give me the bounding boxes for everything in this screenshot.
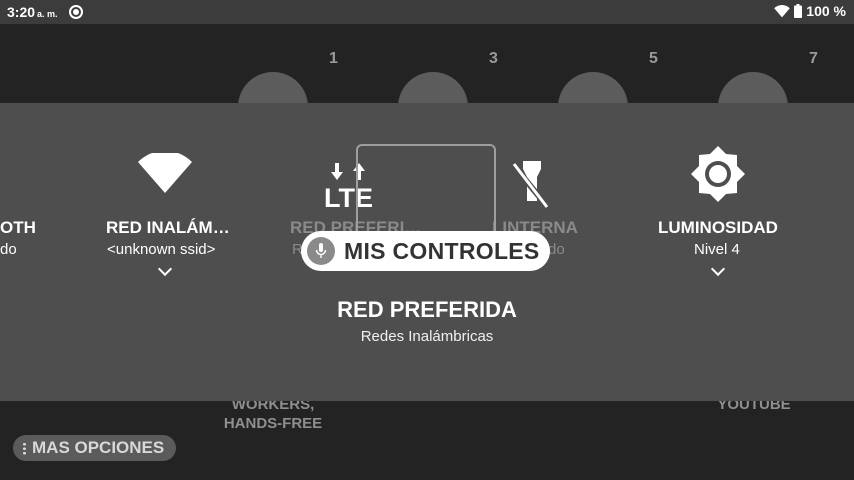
status-bar: 3:20 a. m. 100 % — [0, 0, 854, 24]
wifi-icon — [774, 4, 791, 17]
mic-icon — [307, 237, 335, 265]
tile-wifi-status: <unknown ssid> — [107, 241, 216, 258]
focused-tile-title: RED PREFERIDA — [337, 297, 517, 322]
voice-controls-label: MIS CONTROLES — [344, 237, 540, 264]
chevron-down-icon[interactable] — [157, 261, 173, 277]
status-time: 3:20 a. m. — [7, 4, 58, 20]
status-right: 100 % — [774, 3, 846, 19]
battery-percent: 100 % — [806, 3, 846, 19]
more-options-button[interactable]: MAS OPCIONES — [13, 435, 177, 461]
radio-icon — [69, 5, 83, 19]
tile-brightness-status: Nivel 4 — [694, 241, 740, 258]
tile-brightness-label[interactable]: LUMINOSIDAD — [658, 218, 778, 238]
wifi-icon[interactable] — [138, 153, 192, 193]
more-options-label: MAS OPCIONES — [32, 438, 165, 457]
page-number: 3 — [489, 50, 498, 67]
page-number: 1 — [329, 50, 338, 67]
flashlight-off-icon[interactable] — [512, 161, 552, 209]
page-number: 7 — [809, 50, 818, 67]
status-ampm: a. m. — [37, 9, 58, 19]
tile-flashlight-status: do — [548, 241, 565, 258]
tile-bluetooth-label[interactable]: OTH — [0, 218, 36, 238]
voice-controls-pill[interactable]: MIS CONTROLES — [301, 231, 550, 271]
chevron-down-icon[interactable] — [710, 261, 726, 277]
quick-settings-panel: OTH do RED INALÁM… <unknown ssid> LTE RE… — [0, 103, 854, 401]
page-number: 5 — [649, 50, 658, 67]
tile-wifi-label[interactable]: RED INALÁM… — [106, 218, 230, 238]
focused-tile-subtitle: Redes Inalámbricas — [360, 328, 494, 345]
brightness-icon[interactable] — [689, 145, 747, 203]
tile-bluetooth-status: do — [0, 241, 17, 258]
more-vert-icon — [23, 441, 26, 455]
battery-icon — [794, 4, 803, 18]
